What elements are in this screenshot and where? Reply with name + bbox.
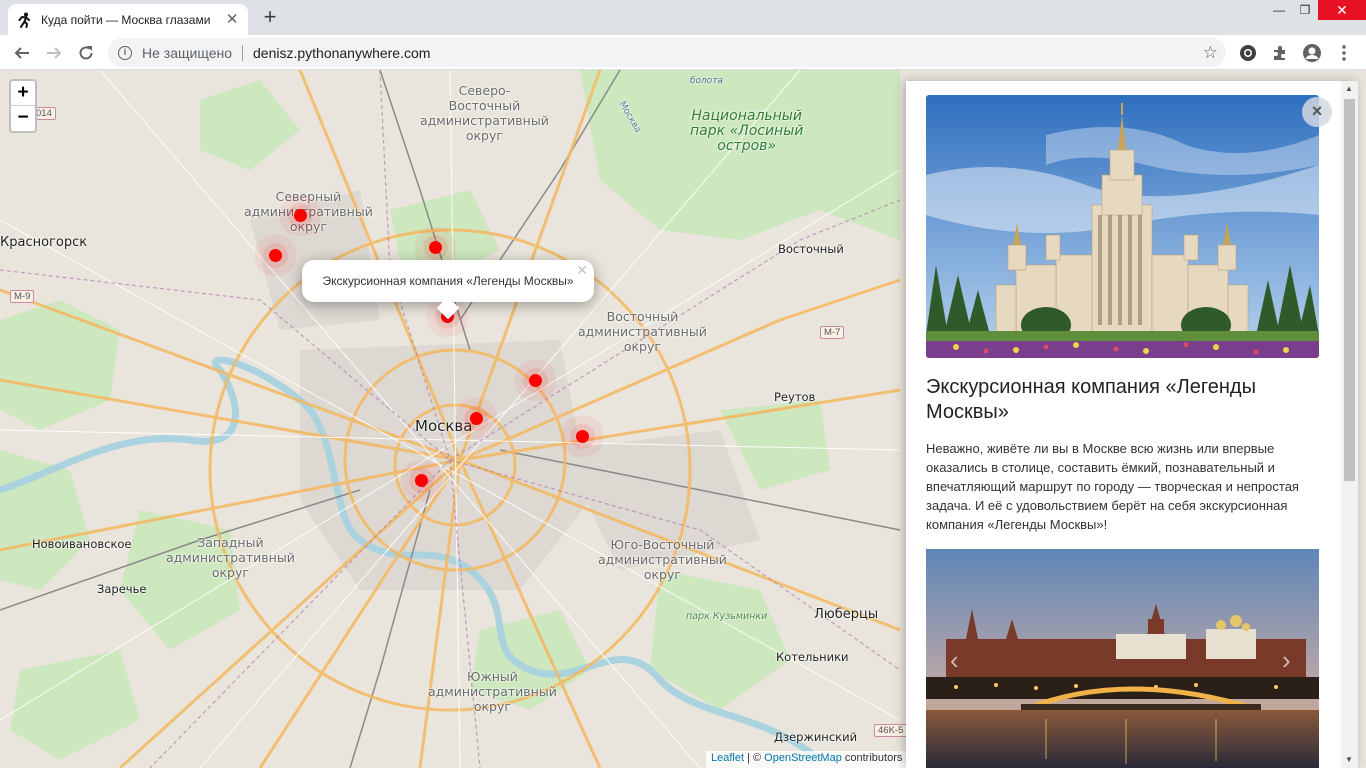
label-reutov: Реутов: [774, 390, 816, 404]
label-zapad-district: Западный административный округ: [166, 535, 295, 580]
label-vost-district: Восточный административный округ: [578, 309, 707, 354]
carousel-prev-icon[interactable]: ‹: [950, 645, 959, 676]
new-tab-button[interactable]: +: [258, 6, 282, 30]
label-vostochny: Восточный: [778, 242, 844, 256]
zoom-out-button[interactable]: −: [11, 106, 35, 131]
menu-kebab-icon[interactable]: [1334, 43, 1354, 63]
map-attribution: Leaflet | © OpenStreetMap contributors: [706, 751, 908, 768]
scroll-up-icon[interactable]: ▲: [1345, 84, 1353, 93]
osm-link[interactable]: OpenStreetMap: [764, 752, 842, 764]
popup-close-icon[interactable]: ✕: [576, 262, 588, 279]
carousel-next-icon[interactable]: ›: [1282, 645, 1291, 676]
label-yuzh-district: Южный административный округ: [428, 669, 557, 714]
zoom-control: + −: [9, 79, 37, 133]
label-bolota: болота: [690, 76, 724, 86]
place-title: Экскурсионная компания «Легенды Москвы»: [926, 376, 1256, 423]
scroll-thumb[interactable]: [1344, 99, 1355, 481]
popup-text: Экскурсионная компания «Легенды Москвы»: [322, 274, 574, 288]
attribution-separator: | ©: [744, 752, 765, 764]
place-marker[interactable]: [470, 412, 483, 425]
zoom-in-button[interactable]: +: [11, 81, 35, 106]
address-separator: [242, 44, 243, 61]
place-marker[interactable]: [429, 241, 442, 254]
leaflet-link[interactable]: Leaflet: [711, 752, 744, 764]
label-dzerzhinsky: Дзержинский: [774, 730, 858, 744]
tab-close-icon[interactable]: ✕: [224, 11, 240, 28]
label-zarechye: Заречье: [97, 582, 147, 596]
label-lyubertsy: Люберцы: [814, 607, 879, 622]
sidebar-scrollbar[interactable]: ▲ ▼: [1341, 81, 1358, 768]
sidebar-close-button[interactable]: ×: [1302, 97, 1332, 127]
scroll-down-icon[interactable]: ▼: [1345, 755, 1353, 764]
label-moskva-city: Москва: [415, 417, 473, 435]
info-icon[interactable]: i: [118, 45, 132, 60]
place-description: Неважно, живёте ли вы в Москве всю жизнь…: [926, 441, 1299, 532]
address-bar[interactable]: i Не защищено denisz.pythonanywhere.com …: [108, 38, 1226, 67]
attribution-contributors: contributors: [841, 752, 903, 764]
highway-shield-m9: M-9: [10, 290, 35, 303]
account-circle-icon[interactable]: [1238, 43, 1258, 63]
label-novoivanovskoe: Новоивановское: [32, 537, 132, 551]
place-marker[interactable]: [294, 209, 307, 222]
place-marker[interactable]: [269, 249, 282, 262]
place-details-sidebar: × Экскурсионная компания «Легенды Москвы…: [906, 81, 1358, 768]
tab-title: Куда пойти — Москва глазами: [41, 12, 211, 27]
not-secure-label: Не защищено: [142, 44, 232, 61]
marker-popup: Экскурсионная компания «Легенды Москвы» …: [302, 260, 594, 320]
close-window-button[interactable]: ✕: [1318, 0, 1366, 20]
label-kuzminki-park: парк Кузьминки: [686, 611, 768, 622]
label-sev-vost-district: Северо- Восточный административный округ: [420, 83, 549, 143]
bookmark-star-icon[interactable]: ☆: [1203, 43, 1218, 63]
place-marker[interactable]: [529, 374, 542, 387]
label-krasnogorsk: Красногорск: [0, 235, 88, 250]
place-photo-kremlin: ‹ ›: [926, 549, 1319, 768]
label-yugo-vost-district: Юго-Восточный административный округ: [598, 537, 727, 582]
place-marker[interactable]: [415, 474, 428, 487]
profile-avatar-icon[interactable]: [1302, 43, 1322, 63]
label-sever-district: Северный административный округ: [244, 189, 373, 234]
url-text[interactable]: denisz.pythonanywhere.com: [253, 45, 430, 61]
reload-icon[interactable]: [73, 40, 99, 66]
browser-toolbar: i Не защищено denisz.pythonanywhere.com …: [0, 35, 1366, 70]
label-kotelniki: Котельники: [776, 650, 849, 664]
runner-icon: [16, 12, 32, 28]
forward-arrow-icon[interactable]: [41, 40, 67, 66]
extensions-puzzle-icon[interactable]: [1270, 43, 1290, 63]
label-losiny-ostrov-park: Национальный парк «Лосиный остров»: [690, 108, 804, 154]
highway-shield-46k: 46K-5: [874, 724, 908, 737]
place-photo-university: [926, 95, 1319, 358]
back-arrow-icon[interactable]: [9, 40, 35, 66]
browser-tab-bar: Куда пойти — Москва глазами ✕ + — ❐ ✕: [0, 0, 1366, 35]
restore-window-button[interactable]: ❐: [1290, 0, 1320, 20]
browser-tab[interactable]: Куда пойти — Москва глазами ✕: [8, 4, 248, 35]
highway-shield-m7: M-7: [820, 326, 845, 339]
place-marker[interactable]: [576, 430, 589, 443]
